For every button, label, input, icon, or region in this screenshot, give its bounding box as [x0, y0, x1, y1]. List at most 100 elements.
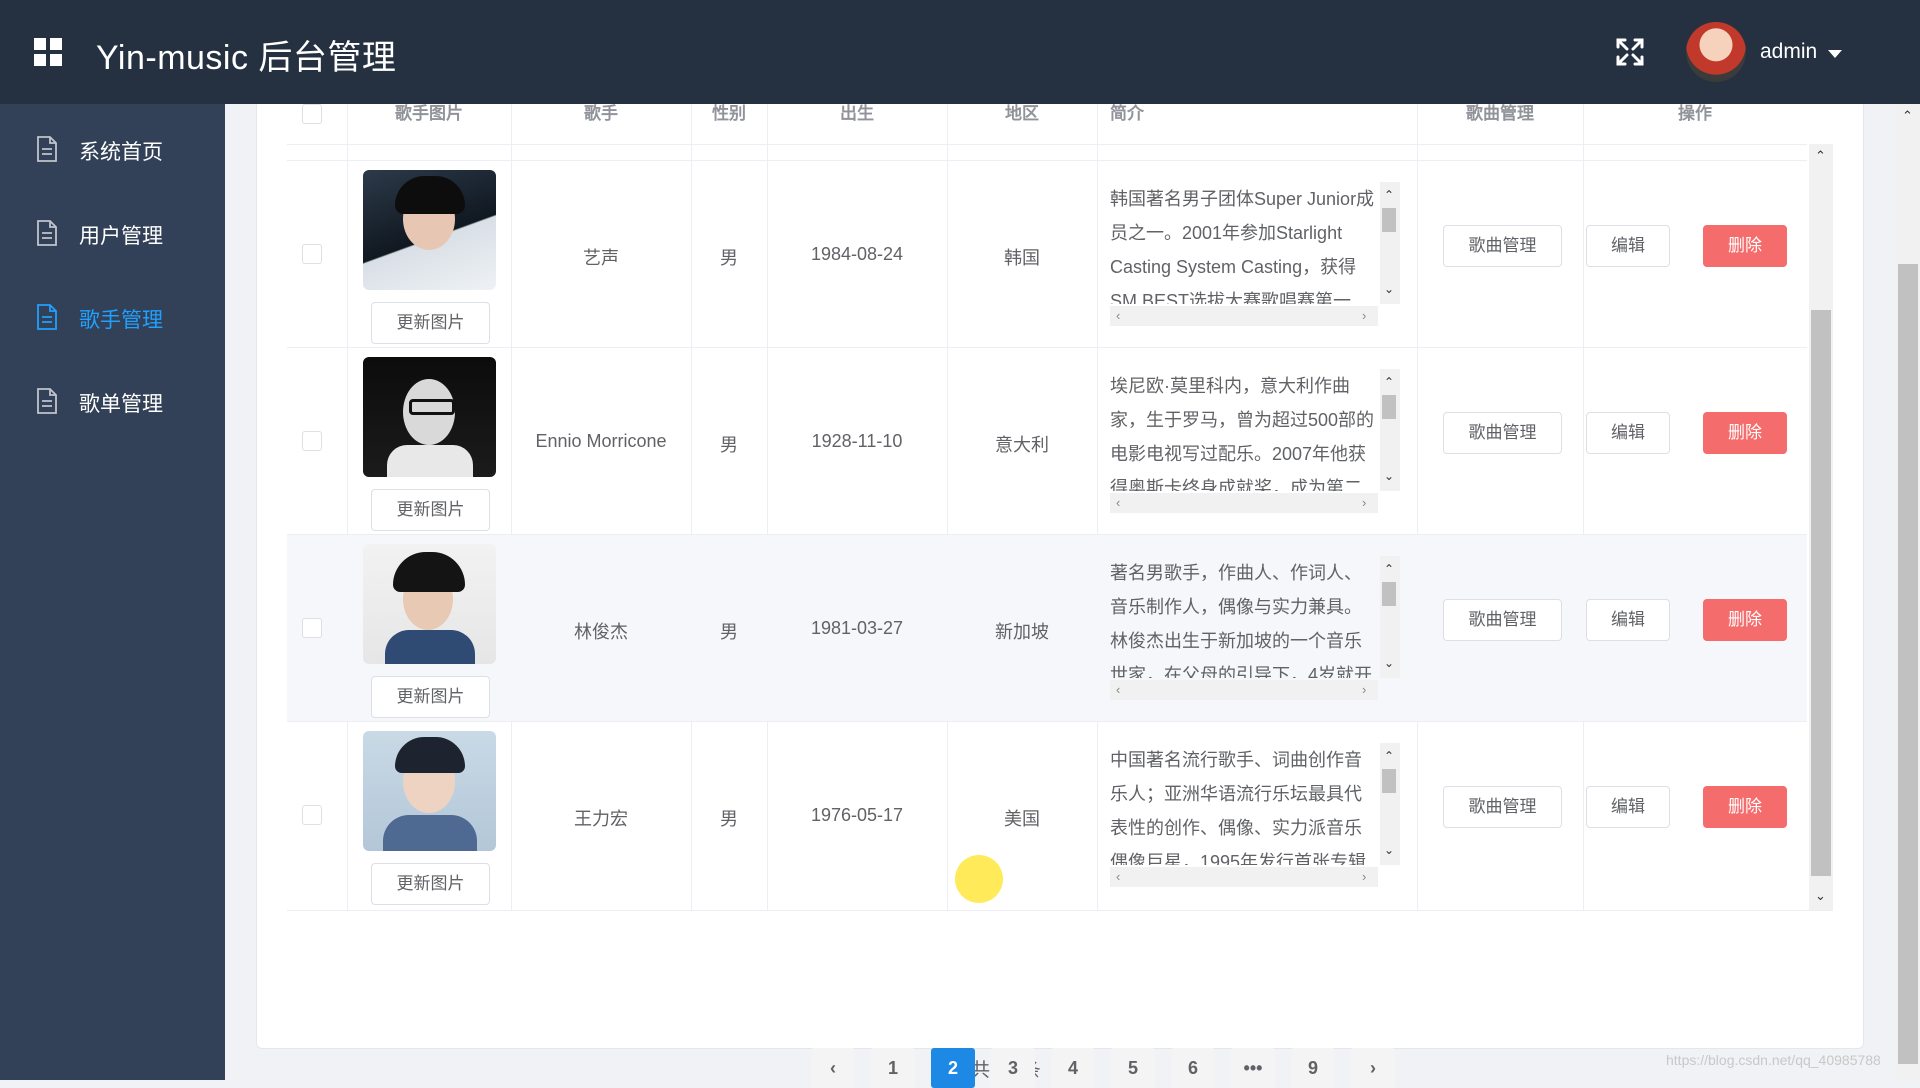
row-checkbox[interactable]: [302, 244, 322, 264]
intro-scrollbar[interactable]: ⌃ ⌄: [1380, 182, 1400, 304]
column-header: 出生: [840, 104, 874, 123]
row-checkbox[interactable]: [302, 431, 322, 451]
singer-location: 韩国: [1004, 248, 1040, 268]
singer-birth: 1984-08-24: [810, 244, 904, 264]
singer-intro: 著名男歌手，作曲人、作词人、音乐制作人，偶像与实力兼具。林俊杰出生于新加坡的一个…: [1110, 563, 1373, 678]
edit-button[interactable]: 编辑: [1586, 412, 1670, 454]
document-icon: [37, 388, 57, 414]
edit-button[interactable]: 编辑: [1586, 786, 1670, 828]
singer-sex: 男: [720, 435, 738, 455]
app-title: Yin-music 后台管理: [96, 39, 397, 77]
pagination-page[interactable]: 1: [871, 1048, 915, 1088]
singer-birth: 1976-05-17: [810, 805, 904, 825]
singer-photo: [363, 170, 496, 290]
singer-intro: 中国著名流行歌手、词曲创作音乐人；亚洲华语流行乐坛最具代表性的创作、偶像、实力派…: [1110, 750, 1367, 865]
table-scrollbar[interactable]: ⌃ ⌄: [1809, 144, 1833, 910]
sidebar-item-playlists[interactable]: 歌单管理: [0, 356, 225, 440]
pagination-page[interactable]: 3: [991, 1048, 1035, 1088]
singer-photo: [363, 357, 496, 477]
singer-location: 新加坡: [995, 622, 1049, 642]
pagination-page[interactable]: 9: [1291, 1048, 1335, 1088]
chevron-down-icon[interactable]: [1828, 50, 1842, 58]
pagination-page[interactable]: 4: [1051, 1048, 1095, 1088]
table-row: 更新图片 艺声 男 1984-08-24 韩国 韩国著名男子团体Super Ju…: [287, 160, 1807, 348]
song-manage-button[interactable]: 歌曲管理: [1443, 786, 1562, 828]
singer-name: Ennio Morricone: [535, 431, 667, 451]
singer-intro-box[interactable]: 埃尼欧·莫里科内，意大利作曲家，生于罗马，曾为超过500部的电影电视写过配乐。2…: [1110, 369, 1400, 514]
pagination-next-button[interactable]: ›: [1351, 1048, 1395, 1088]
singer-name: 林俊杰: [574, 622, 628, 642]
singer-intro: 韩国著名男子团体Super Junior成员之一。2001年参加Starligh…: [1110, 189, 1375, 304]
table-header: 歌手图片 歌手 性别 出生 地区 简介 歌曲管理 操作: [287, 104, 1807, 145]
watermark: https://blog.csdn.net/qq_40985788: [1666, 1052, 1881, 1068]
update-image-button[interactable]: 更新图片: [371, 489, 490, 531]
singer-sex: 男: [720, 809, 738, 829]
song-manage-button[interactable]: 歌曲管理: [1443, 225, 1562, 267]
select-all-checkbox[interactable]: [302, 104, 322, 124]
sidebar-item-singers[interactable]: 歌手管理: [0, 272, 225, 356]
intro-scrollbar[interactable]: ⌃ ⌄: [1380, 556, 1400, 678]
edit-button[interactable]: 编辑: [1586, 599, 1670, 641]
delete-button[interactable]: 删除: [1703, 599, 1787, 641]
singer-intro-box[interactable]: 中国著名流行歌手、词曲创作音乐人；亚洲华语流行乐坛最具代表性的创作、偶像、实力派…: [1110, 743, 1400, 888]
delete-button[interactable]: 删除: [1703, 412, 1787, 454]
pagination-page[interactable]: 6: [1171, 1048, 1215, 1088]
sidebar-item-home[interactable]: 系统首页: [0, 104, 225, 188]
pagination-page[interactable]: 5: [1111, 1048, 1155, 1088]
singer-location: 美国: [1004, 809, 1040, 829]
sidebar: 系统首页 用户管理 歌手管理 歌单管理: [0, 104, 225, 1080]
intro-scrollbar[interactable]: ⌃ ⌄: [1380, 743, 1400, 865]
sidebar-item-users[interactable]: 用户管理: [0, 188, 225, 272]
intro-hscrollbar[interactable]: ‹ ›: [1110, 306, 1378, 326]
mouse-cursor-highlight: [955, 855, 1003, 903]
delete-button[interactable]: 删除: [1703, 225, 1787, 267]
document-icon: [37, 304, 57, 330]
table-row: 更新图片 Ennio Morricone 男 1928-11-10 意大利 埃尼…: [287, 347, 1807, 535]
table-row: 更新图片 王力宏 男 1976-05-17 美国 中国著名流行歌手、词曲创作音乐…: [287, 721, 1807, 909]
sidebar-item-label: 用户管理: [79, 225, 163, 248]
singer-name: 艺声: [583, 248, 619, 268]
sidebar-item-label: 歌手管理: [79, 309, 163, 332]
pagination-prev-button[interactable]: ‹: [811, 1048, 855, 1088]
row-checkbox[interactable]: [302, 618, 322, 638]
column-header: 歌手图片: [395, 104, 463, 123]
pagination-page-current[interactable]: 2: [931, 1048, 975, 1088]
top-header: Yin-music 后台管理 admin: [0, 0, 1920, 104]
pagination-ellipsis[interactable]: •••: [1231, 1048, 1275, 1088]
page-scrollbar[interactable]: ⌃: [1896, 104, 1920, 1080]
delete-button[interactable]: 删除: [1703, 786, 1787, 828]
table-row: 更新图片 林俊杰 男 1981-03-27 新加坡 著名男歌手，作曲人、作词人、…: [287, 534, 1807, 722]
document-icon: [37, 220, 57, 246]
intro-hscrollbar[interactable]: ‹ ›: [1110, 493, 1378, 513]
update-image-button[interactable]: 更新图片: [371, 302, 490, 344]
intro-hscrollbar[interactable]: ‹ ›: [1110, 867, 1378, 887]
singer-intro-box[interactable]: 韩国著名男子团体Super Junior成员之一。2001年参加Starligh…: [1110, 182, 1400, 327]
edit-button[interactable]: 编辑: [1586, 225, 1670, 267]
song-manage-button[interactable]: 歌曲管理: [1443, 412, 1562, 454]
singer-name: 王力宏: [574, 809, 628, 829]
update-image-button[interactable]: 更新图片: [371, 676, 490, 718]
collapse-menu-icon[interactable]: [34, 38, 62, 66]
singer-sex: 男: [720, 622, 738, 642]
fullscreen-icon[interactable]: [1614, 36, 1646, 68]
singer-intro: 埃尼欧·莫里科内，意大利作曲家，生于罗马，曾为超过500部的电影电视写过配乐。2…: [1110, 376, 1375, 491]
column-header: 歌手: [584, 104, 618, 123]
sidebar-item-label: 系统首页: [79, 141, 163, 164]
intro-hscrollbar[interactable]: ‹ ›: [1110, 680, 1378, 700]
sidebar-item-label: 歌单管理: [79, 393, 163, 416]
intro-scrollbar[interactable]: ⌃ ⌄: [1380, 369, 1400, 491]
singer-photo: [363, 544, 496, 664]
singer-intro-box[interactable]: 著名男歌手，作曲人、作词人、音乐制作人，偶像与实力兼具。林俊杰出生于新加坡的一个…: [1110, 556, 1400, 701]
column-header: 歌曲管理: [1466, 104, 1534, 123]
content-card: 歌手图片 歌手 性别 出生 地区 简介 歌曲管理 操作 更新图片 艺声 男 19…: [256, 104, 1864, 1088]
song-manage-button[interactable]: 歌曲管理: [1443, 599, 1562, 641]
row-checkbox[interactable]: [302, 805, 322, 825]
column-header: 简介: [1110, 104, 1144, 123]
user-avatar[interactable]: [1686, 22, 1746, 82]
singer-birth: 1981-03-27: [810, 618, 904, 638]
username-label[interactable]: admin: [1760, 40, 1817, 64]
update-image-button[interactable]: 更新图片: [371, 863, 490, 905]
singer-location: 意大利: [995, 435, 1049, 455]
column-header: 地区: [1005, 104, 1039, 123]
column-header: 性别: [712, 104, 746, 123]
